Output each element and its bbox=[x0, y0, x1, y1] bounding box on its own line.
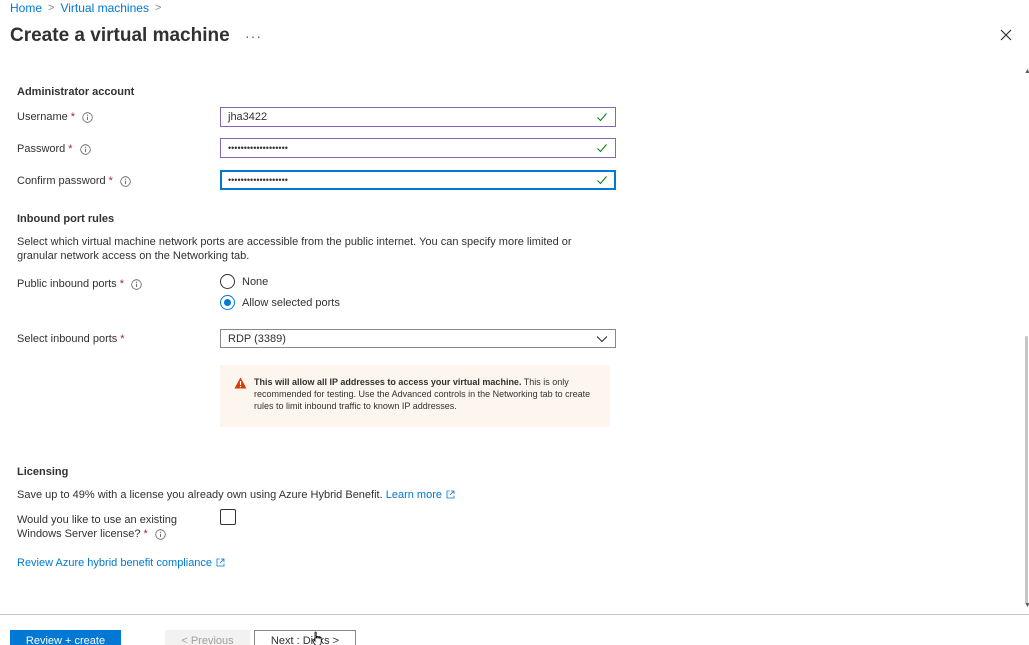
inbound-description: Select which virtual machine network por… bbox=[17, 236, 572, 262]
select-inbound-ports-label: Select inbound ports * bbox=[17, 333, 125, 345]
next-disks-button[interactable]: Next : Disks > bbox=[254, 630, 356, 645]
previous-button[interactable]: < Previous bbox=[165, 630, 250, 645]
warning-icon bbox=[234, 377, 247, 389]
required-mark: * bbox=[70, 111, 76, 123]
username-value: jha3422 bbox=[228, 111, 268, 123]
username-label-text: Username bbox=[17, 111, 68, 123]
confirm-password-value: ••••••••••••••••••• bbox=[228, 175, 288, 185]
inbound-port-rules-heading: Inbound port rules bbox=[17, 213, 115, 225]
review-create-button[interactable]: Review + create bbox=[10, 630, 121, 645]
info-icon[interactable] bbox=[82, 111, 93, 123]
info-icon[interactable] bbox=[155, 528, 166, 540]
review-hybrid-benefit-text: Review Azure hybrid benefit compliance bbox=[17, 557, 213, 569]
confirm-password-label: Confirm password * bbox=[17, 175, 131, 187]
required-mark: * bbox=[143, 528, 148, 540]
info-icon[interactable] bbox=[131, 278, 142, 290]
warning-message: This will allow all IP addresses to acce… bbox=[220, 365, 610, 427]
password-value: ••••••••••••••••••• bbox=[228, 143, 288, 153]
existing-license-checkbox[interactable] bbox=[220, 509, 236, 525]
confirm-password-label-text: Confirm password bbox=[17, 175, 106, 187]
external-link-icon bbox=[446, 490, 455, 499]
username-input[interactable]: jha3422 bbox=[220, 107, 616, 127]
select-inbound-ports-value: RDP (3389) bbox=[228, 332, 286, 345]
existing-license-label: Would you like to use an existing Window… bbox=[17, 513, 177, 541]
external-link-icon bbox=[216, 558, 225, 567]
public-inbound-ports-label-text: Public inbound ports bbox=[17, 278, 117, 290]
required-mark: * bbox=[119, 278, 124, 290]
radio-circle-selected[interactable] bbox=[220, 295, 235, 310]
existing-license-label-line1: Would you like to use an existing bbox=[17, 514, 177, 526]
public-inbound-ports-label: Public inbound ports * bbox=[17, 278, 142, 290]
breadcrumb-home[interactable]: Home bbox=[10, 1, 42, 15]
username-label: Username * bbox=[17, 111, 93, 123]
mouse-cursor-icon bbox=[312, 631, 322, 645]
licensing-description-text: Save up to 49% with a license you alread… bbox=[17, 489, 383, 501]
licensing-heading: Licensing bbox=[17, 466, 69, 478]
select-inbound-ports-dropdown[interactable]: RDP (3389) bbox=[220, 329, 616, 348]
required-mark: * bbox=[120, 333, 125, 345]
existing-license-label-line2: Windows Server license? bbox=[17, 528, 141, 540]
scroll-up-arrow-icon[interactable]: ▲ bbox=[1024, 68, 1029, 75]
confirm-password-input[interactable]: ••••••••••••••••••• bbox=[220, 170, 616, 190]
chevron-down-icon bbox=[596, 335, 608, 342]
learn-more-text: Learn more bbox=[385, 489, 442, 501]
more-options-button[interactable]: ··· bbox=[245, 28, 262, 44]
radio-allow-selected-ports-label: Allow selected ports bbox=[242, 296, 340, 309]
warning-text: This will allow all IP addresses to acce… bbox=[254, 376, 596, 427]
learn-more-link[interactable]: Learn more bbox=[386, 489, 455, 501]
radio-circle[interactable] bbox=[220, 274, 235, 289]
required-mark: * bbox=[68, 143, 73, 155]
administrator-account-heading: Administrator account bbox=[17, 86, 135, 98]
checkmark-icon bbox=[597, 144, 607, 153]
licensing-description: Save up to 49% with a license you alread… bbox=[17, 488, 607, 502]
info-icon[interactable] bbox=[79, 143, 91, 155]
password-input[interactable]: ••••••••••••••••••• bbox=[220, 138, 616, 158]
breadcrumb-separator: > bbox=[154, 2, 162, 14]
scroll-down-arrow-icon[interactable]: ▼ bbox=[1024, 602, 1029, 609]
breadcrumb-virtual-machines[interactable]: Virtual machines bbox=[60, 1, 149, 15]
footer-divider bbox=[0, 614, 1029, 615]
existing-license-label-line2-row: Windows Server license? * bbox=[17, 527, 177, 541]
review-hybrid-benefit-link[interactable]: Review Azure hybrid benefit compliance bbox=[17, 557, 225, 569]
radio-allow-selected-ports[interactable]: Allow selected ports bbox=[220, 295, 340, 310]
close-icon[interactable] bbox=[997, 26, 1015, 44]
scroll-thumb[interactable] bbox=[1025, 336, 1028, 604]
radio-none-label: None bbox=[242, 275, 269, 288]
page-title: Create a virtual machine bbox=[10, 25, 230, 46]
radio-none[interactable]: None bbox=[220, 274, 268, 289]
required-mark: * bbox=[108, 175, 113, 187]
password-label-text: Password bbox=[17, 143, 66, 155]
checkmark-icon bbox=[597, 176, 607, 185]
select-inbound-ports-label-text: Select inbound ports bbox=[17, 333, 118, 345]
info-icon[interactable] bbox=[120, 175, 131, 187]
password-label: Password * bbox=[17, 143, 91, 155]
checkmark-icon bbox=[597, 113, 607, 122]
breadcrumb-separator: > bbox=[48, 2, 55, 14]
breadcrumb: Home > Virtual machines > bbox=[10, 1, 167, 15]
warning-bold-text: This will allow all IP addresses to acce… bbox=[254, 377, 522, 387]
